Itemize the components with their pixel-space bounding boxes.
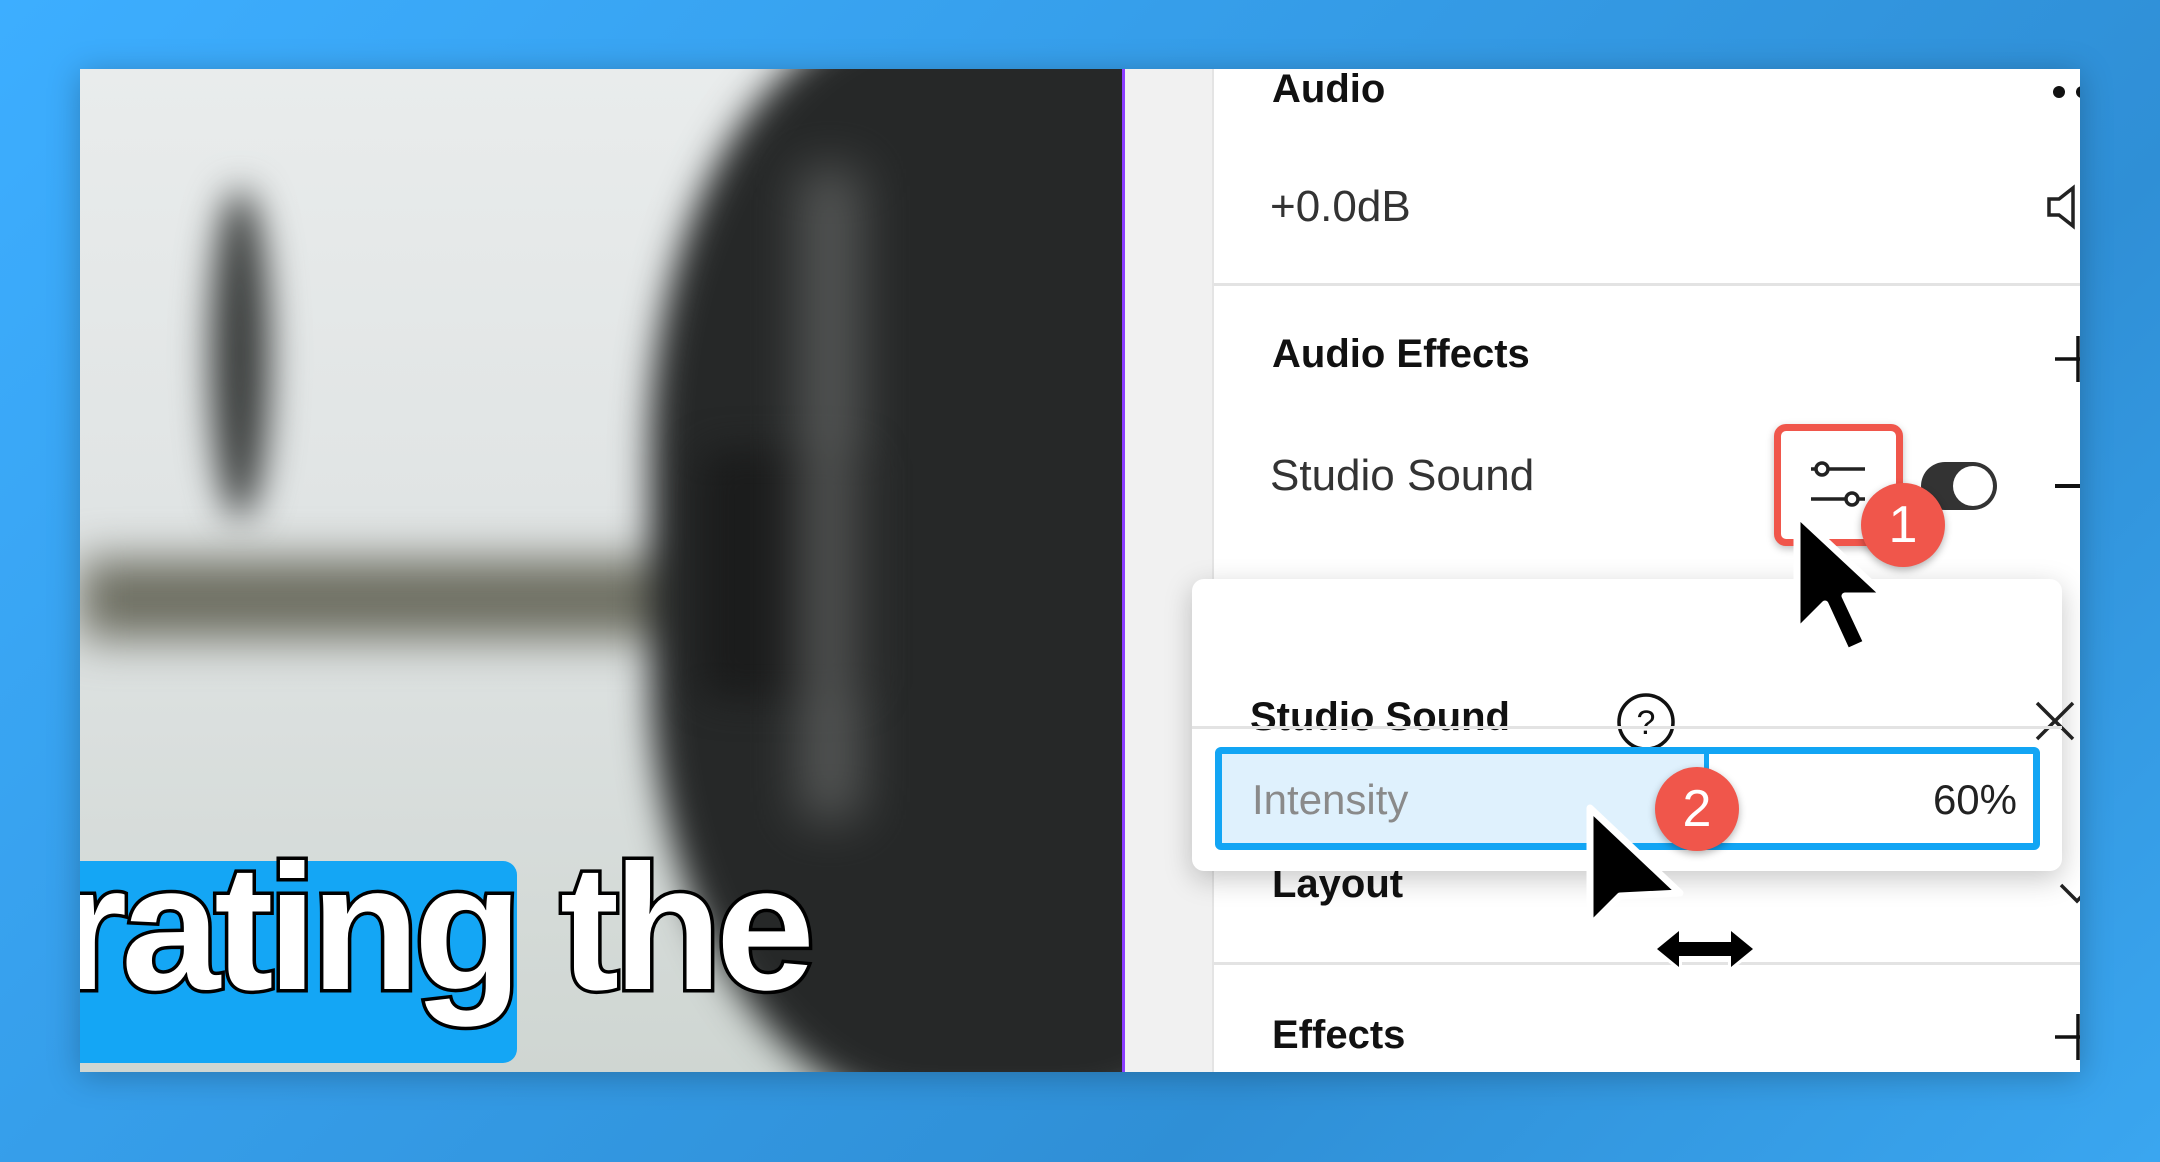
close-icon[interactable]	[2035, 701, 2075, 741]
chevron-down-icon[interactable]	[2059, 882, 2080, 904]
cursor-arrow-icon	[1586, 804, 1684, 930]
audio-section-title: Audio	[1272, 69, 1386, 111]
video-preview[interactable]: rating the	[80, 69, 1122, 1072]
intensity-value: 60%	[1932, 776, 2017, 823]
caption-text: rating the	[80, 828, 818, 1027]
cursor-arrow-icon	[1793, 510, 1889, 656]
plus-icon[interactable]	[2055, 1014, 2080, 1060]
minus-icon[interactable]	[2055, 484, 2080, 490]
popover-title: Studio Sound	[1250, 695, 1510, 739]
resize-horizontal-icon	[1654, 928, 1756, 970]
audio-effects-title: Audio Effects	[1272, 332, 1530, 376]
effects-section-title: Effects	[1272, 1013, 1406, 1057]
app-window: rating the Audio +0.0dB Audio Effects St…	[80, 69, 2080, 1072]
plus-icon[interactable]	[2055, 336, 2080, 382]
selection-border	[1122, 69, 1125, 1072]
sliders-icon	[1811, 461, 1865, 507]
question-circle-icon[interactable]: ?	[1616, 692, 1676, 752]
more-horizontal-icon[interactable]	[2052, 85, 2080, 99]
speaker-icon[interactable]	[2046, 184, 2080, 230]
effect-label-studio-sound: Studio Sound	[1270, 451, 1535, 500]
volume-value[interactable]: +0.0dB	[1270, 182, 1411, 232]
intensity-label: Intensity	[1252, 776, 1409, 823]
svg-text:?: ?	[1637, 704, 1656, 742]
